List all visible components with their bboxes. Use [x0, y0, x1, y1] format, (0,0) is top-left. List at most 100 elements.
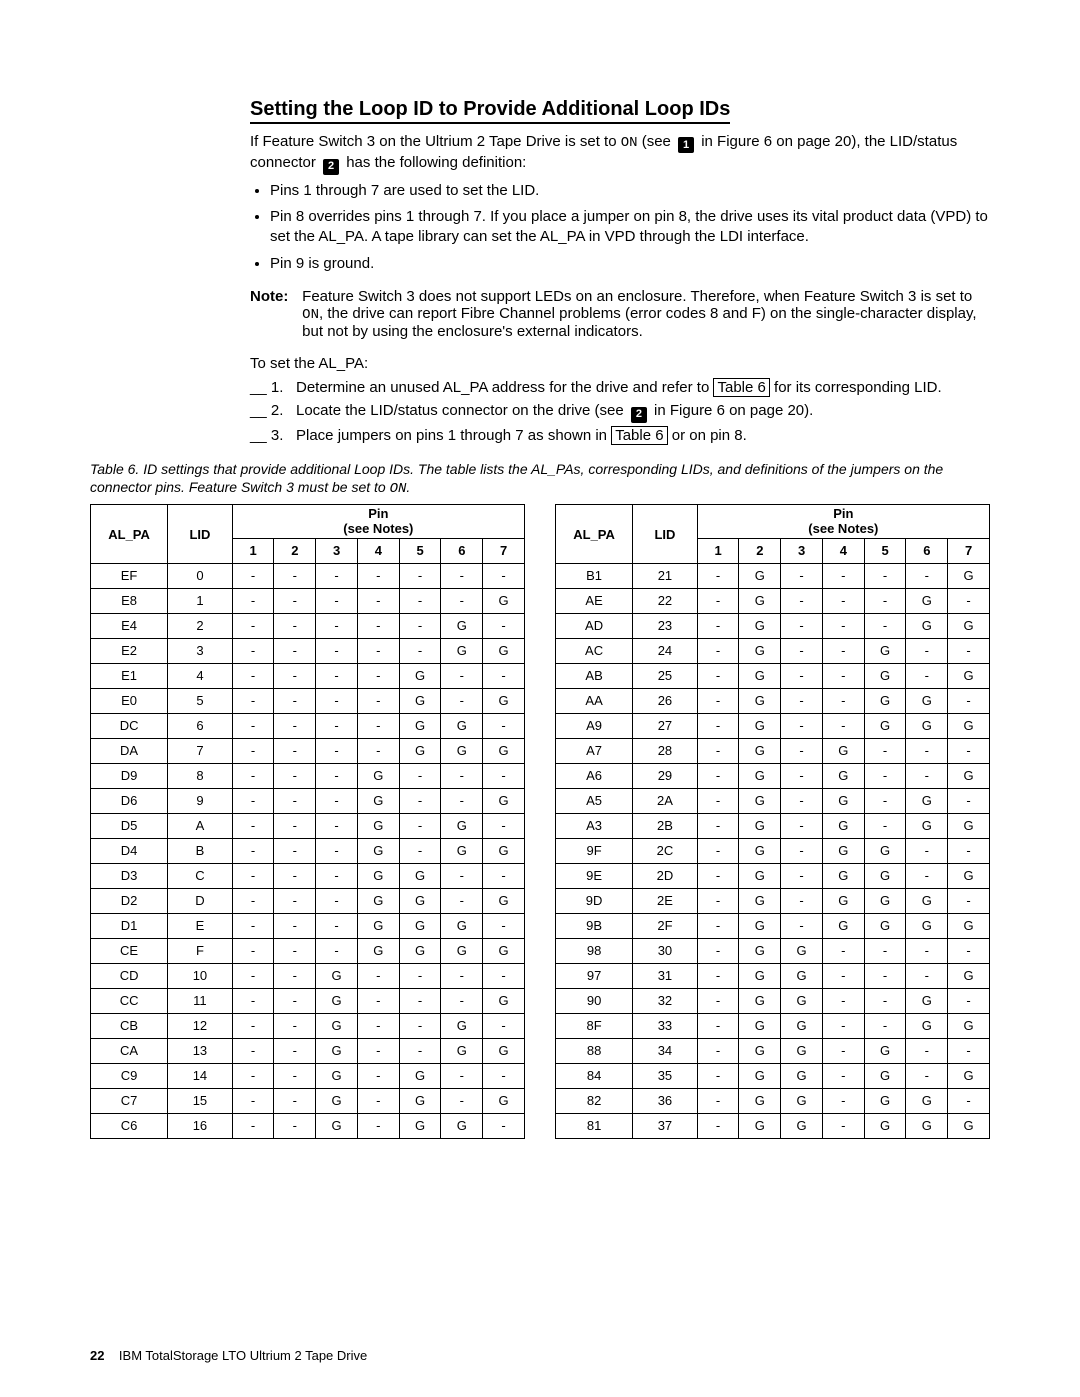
cell-pin: G: [906, 813, 948, 838]
cell-alpa: C7: [91, 1088, 168, 1113]
cell-alpa: B1: [556, 563, 633, 588]
cell-pin: G: [483, 588, 525, 613]
cell-pin: -: [399, 838, 441, 863]
cell-pin: -: [906, 838, 948, 863]
cell-pin: G: [399, 713, 441, 738]
cell-pin: G: [822, 863, 864, 888]
document-page: Setting the Loop ID to Provide Additiona…: [0, 0, 1080, 1397]
cell-pin: G: [739, 1038, 781, 1063]
cell-pin: G: [316, 963, 358, 988]
table-row: E05----G-G: [91, 688, 525, 713]
cell-pin: G: [441, 1038, 483, 1063]
cell-pin: -: [697, 888, 739, 913]
table-row: A629-G-G--G: [556, 763, 990, 788]
cell-lid: 15: [168, 1088, 233, 1113]
cell-pin: G: [781, 1063, 823, 1088]
cell-pin: G: [739, 638, 781, 663]
cell-pin: -: [948, 1038, 990, 1063]
cell-pin: -: [274, 838, 316, 863]
on-code: ON: [390, 481, 407, 497]
cell-pin: G: [316, 988, 358, 1013]
cell-alpa: AC: [556, 638, 633, 663]
cell-pin: G: [948, 563, 990, 588]
cell-pin: G: [781, 1013, 823, 1038]
table-row: CA13--G--GG: [91, 1038, 525, 1063]
cell-pin: G: [948, 813, 990, 838]
cell-pin: -: [316, 688, 358, 713]
cell-pin: G: [822, 838, 864, 863]
table-row: E14----G--: [91, 663, 525, 688]
cell-pin: -: [441, 588, 483, 613]
cell-pin: G: [906, 1013, 948, 1038]
cell-pin: -: [781, 638, 823, 663]
cell-pin: -: [357, 613, 399, 638]
cell-alpa: C6: [91, 1113, 168, 1138]
cell-lid: 5: [168, 688, 233, 713]
cell-pin: -: [274, 1088, 316, 1113]
step-row: __ 3. Place jumpers on pins 1 through 7 …: [250, 426, 990, 446]
cell-pin: G: [316, 1013, 358, 1038]
cell-pin: -: [232, 713, 274, 738]
cell-lid: A: [168, 813, 233, 838]
cell-pin: -: [441, 763, 483, 788]
cell-pin: -: [274, 1013, 316, 1038]
cell-pin: -: [274, 663, 316, 688]
th-pin-3: 3: [316, 538, 358, 563]
table-6-link[interactable]: Table 6: [611, 426, 667, 445]
cell-pin: -: [697, 588, 739, 613]
step-row: __ 2. Locate the LID/status connector on…: [250, 401, 990, 422]
cell-alpa: D5: [91, 813, 168, 838]
cell-pin: -: [357, 1038, 399, 1063]
table-row: D1E---GGG-: [91, 913, 525, 938]
cell-pin: -: [399, 613, 441, 638]
cell-lid: D: [168, 888, 233, 913]
cell-pin: -: [483, 1113, 525, 1138]
cell-pin: -: [274, 588, 316, 613]
cell-pin: -: [781, 713, 823, 738]
cell-alpa: A9: [556, 713, 633, 738]
cell-pin: -: [357, 738, 399, 763]
cell-pin: G: [739, 1113, 781, 1138]
cell-pin: -: [906, 963, 948, 988]
cell-pin: -: [697, 913, 739, 938]
cell-alpa: AA: [556, 688, 633, 713]
cell-alpa: AE: [556, 588, 633, 613]
cell-lid: 13: [168, 1038, 233, 1063]
cell-alpa: 88: [556, 1038, 633, 1063]
table-row: 8137-GG-GGG: [556, 1113, 990, 1138]
cell-alpa: E8: [91, 588, 168, 613]
cell-alpa: AB: [556, 663, 633, 688]
cell-pin: -: [906, 763, 948, 788]
cell-alpa: A7: [556, 738, 633, 763]
cell-pin: -: [864, 788, 906, 813]
cell-pin: G: [822, 788, 864, 813]
cell-pin: -: [357, 713, 399, 738]
table-6-link[interactable]: Table 6: [713, 378, 769, 397]
cell-alpa: CA: [91, 1038, 168, 1063]
table-row: A52A-G-G-G-: [556, 788, 990, 813]
cell-alpa: 82: [556, 1088, 633, 1113]
text: for its corresponding LID.: [770, 379, 942, 396]
cell-alpa: 97: [556, 963, 633, 988]
cell-pin: G: [864, 1063, 906, 1088]
cell-pin: -: [316, 588, 358, 613]
cell-pin: -: [781, 688, 823, 713]
cell-pin: -: [822, 1038, 864, 1063]
cell-pin: -: [232, 1013, 274, 1038]
cell-pin: -: [274, 563, 316, 588]
cell-pin: -: [781, 813, 823, 838]
loop-id-tables: AL_PALIDPin(see Notes)1234567EF0-------E…: [90, 504, 990, 1139]
cell-pin: -: [906, 938, 948, 963]
cell-pin: -: [441, 563, 483, 588]
cell-pin: G: [483, 738, 525, 763]
cell-pin: -: [316, 563, 358, 588]
cell-pin: -: [948, 688, 990, 713]
cell-pin: -: [274, 938, 316, 963]
cell-pin: G: [739, 838, 781, 863]
cell-pin: G: [906, 1113, 948, 1138]
step-marker: __ 1.: [250, 378, 296, 398]
cell-pin: -: [357, 638, 399, 663]
cell-pin: G: [948, 863, 990, 888]
cell-pin: G: [441, 838, 483, 863]
cell-pin: -: [274, 638, 316, 663]
